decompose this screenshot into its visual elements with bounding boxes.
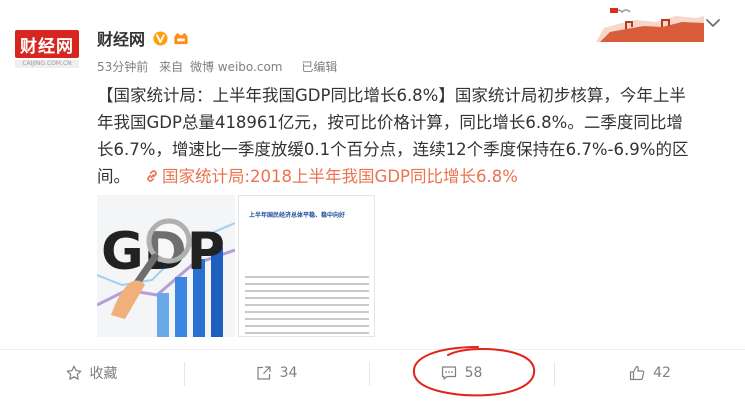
- post-meta: 53分钟前 来自 微博 weibo.com 已编辑: [97, 58, 340, 75]
- vip-badge-icon: [174, 32, 188, 44]
- great-wall-banner-icon: [596, 8, 704, 42]
- post-source[interactable]: 微博 weibo.com: [190, 60, 283, 74]
- post-text-tail: 间。: [97, 167, 130, 186]
- favorite-button[interactable]: 收藏: [0, 358, 183, 388]
- forward-icon: [256, 366, 271, 380]
- forward-button[interactable]: 34: [185, 358, 368, 388]
- author-name[interactable]: 财经网: [97, 26, 145, 50]
- avatar[interactable]: 财经网 CAIJING.COM.CN: [15, 30, 79, 70]
- forward-count: 34: [279, 365, 298, 381]
- comment-button[interactable]: 58: [370, 358, 553, 388]
- weibo-post-card: 财经网 CAIJING.COM.CN 财经网 53分钟前 来自 微博 weibo…: [0, 0, 745, 403]
- avatar-logo-subtext: CAIJING.COM.CN: [15, 60, 79, 68]
- star-icon: [66, 365, 81, 380]
- edited-label[interactable]: 已编辑: [301, 60, 337, 74]
- from-label: 来自: [159, 60, 184, 74]
- like-count: 42: [653, 365, 671, 381]
- like-button[interactable]: 42: [555, 358, 745, 388]
- post-text-line: 【国家统计局：上半年我国GDP同比增长6.8%】国家统计局初步核算，今年上半: [97, 86, 686, 105]
- article-link[interactable]: 国家统计局:2018上半年我国GDP同比增长6.8%: [162, 167, 518, 186]
- comment-count: 58: [464, 365, 483, 381]
- avatar-logo: 财经网: [15, 30, 79, 58]
- document-image[interactable]: 上半年国民经济总体平稳、稳中向好: [238, 195, 375, 337]
- post-text-line: 年我国GDP总量418961亿元，按可比价格计算，同比增长6.8%。二季度同比增: [97, 113, 683, 132]
- document-title: 上半年国民经济总体平稳、稳中向好: [249, 212, 346, 219]
- author-row: 财经网: [97, 26, 190, 50]
- chevron-down-icon[interactable]: [705, 17, 721, 29]
- verified-icon: [153, 30, 168, 46]
- comment-icon: [441, 366, 456, 380]
- post-time[interactable]: 53分钟前: [97, 60, 148, 74]
- favorite-label: 收藏: [89, 366, 118, 382]
- post-text-line-last: 间。 国家统计局:2018上半年我国GDP同比增长6.8%: [97, 163, 737, 190]
- post-text-line: 长6.7%，增速比一季度放缓0.1个百分点，连续12个季度保持在6.7%-6.9…: [97, 140, 689, 159]
- gdp-image[interactable]: GDP: [97, 195, 235, 337]
- thumbs-up-icon: [629, 365, 645, 381]
- document-body-lines: [245, 276, 369, 336]
- link-icon: [147, 170, 157, 182]
- post-text: 【国家统计局：上半年我国GDP同比增长6.8%】国家统计局初步核算，今年上半 年…: [97, 82, 737, 190]
- gdp-illustration: GDP: [97, 195, 235, 337]
- footer-divider: [0, 349, 745, 350]
